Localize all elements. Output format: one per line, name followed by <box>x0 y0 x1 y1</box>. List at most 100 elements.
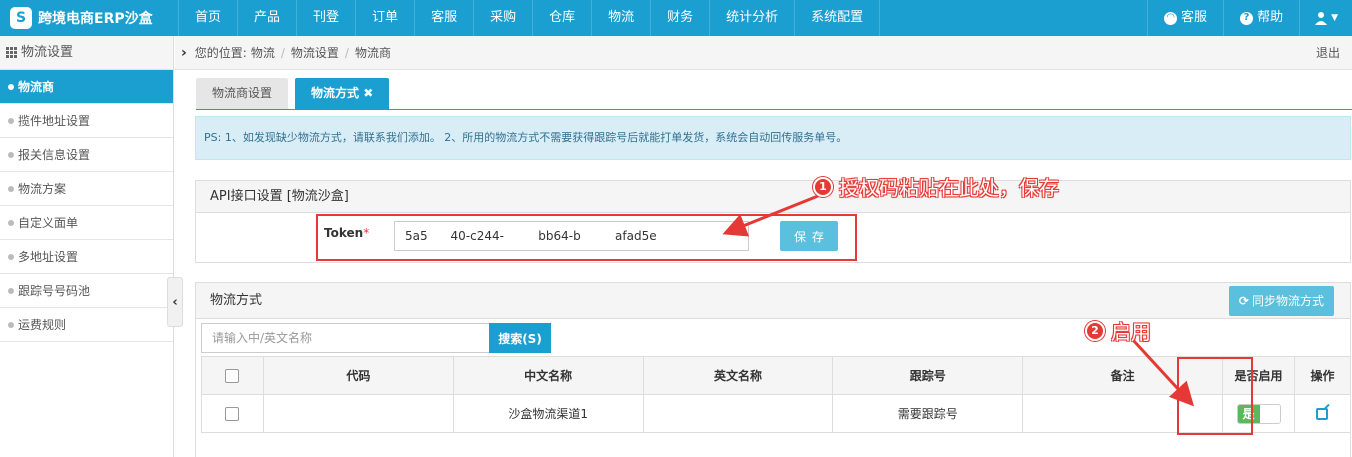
refresh-icon: ⟳ <box>1238 294 1249 308</box>
sidebar-item-label: 物流方案 <box>18 181 67 196</box>
sidebar-item-pickup-address[interactable]: 揽件地址设置 <box>0 104 173 138</box>
sync-label: 同步物流方式 <box>1251 294 1324 308</box>
tab-carrier-settings[interactable]: 物流商设置 <box>196 78 289 109</box>
help-label: 帮助 <box>1257 10 1284 25</box>
column-header-actions: 操作 <box>1293 356 1352 395</box>
nav-item-logistics[interactable]: 物流 <box>592 0 652 36</box>
search-button[interactable]: 搜索(S) <box>489 323 551 353</box>
sidebar-item-label: 自定义面单 <box>18 215 79 230</box>
cell-code <box>262 394 454 433</box>
column-header-tracking[interactable]: 跟踪号 <box>832 356 1024 395</box>
breadcrumb-item[interactable]: 物流 <box>251 44 275 61</box>
search-input[interactable] <box>201 323 490 353</box>
nav-item-finance[interactable]: 财务 <box>651 0 711 36</box>
grid-icon <box>6 47 17 58</box>
logo-icon: S <box>10 7 32 29</box>
annotation-step-1: 1 授权码粘贴在此处，保存 <box>813 172 1059 201</box>
sidebar-item-customs-info[interactable]: 报关信息设置 <box>0 138 173 172</box>
column-header-name-en[interactable]: 英文名称 <box>642 356 834 395</box>
annotation-number: 1 <box>813 176 833 197</box>
tab-underline <box>196 109 1352 110</box>
sync-shipping-methods-button[interactable]: ⟳ 同步物流方式 <box>1228 286 1334 316</box>
breadcrumb: › 您的位置: 物流 / 物流设置 / 物流商 退出 <box>175 36 1352 70</box>
bullet-icon <box>8 83 14 90</box>
shipping-panel-title-text: 物流方式 <box>210 293 263 308</box>
brand[interactable]: S 跨境电商ERP沙盒 <box>0 0 178 36</box>
row-checkbox[interactable] <box>225 406 240 421</box>
sidebar-item-label: 运费规则 <box>18 317 67 332</box>
api-panel-title: API接口设置 [物流沙盒] <box>196 181 1350 213</box>
cell-tracking: 需要跟踪号 <box>832 394 1024 433</box>
breadcrumb-prefix: 您的位置: <box>194 46 247 60</box>
nav-item-products[interactable]: 产品 <box>238 0 298 36</box>
sidebar-item-label: 揽件地址设置 <box>18 113 91 128</box>
tab-shipping-methods[interactable]: 物流方式 ✖ <box>295 78 390 109</box>
sidebar-title: 物流设置 <box>21 44 74 60</box>
chevron-left-icon: ‹ <box>172 294 178 310</box>
annotation-text: 授权码粘贴在此处，保存 <box>839 176 1059 200</box>
cell-name-cn: 沙盒物流渠道1 <box>452 394 644 433</box>
breadcrumb-separator: / <box>344 45 349 60</box>
top-navbar: S 跨境电商ERP沙盒 首页 产品 刊登 订单 客服 采购 仓库 物流 财务 统… <box>0 0 1352 36</box>
sidebar-item-carrier[interactable]: 物流商 <box>0 70 173 104</box>
column-header-code[interactable]: 代码 <box>262 356 454 395</box>
shipping-panel-title: 物流方式 <box>196 283 1350 319</box>
sidebar-item-label: 报关信息设置 <box>18 147 91 162</box>
bullet-icon <box>8 185 14 192</box>
sidebar-item-label: 多地址设置 <box>18 249 79 264</box>
bullet-icon <box>8 321 14 328</box>
select-all-cell <box>201 356 264 395</box>
nav-item-orders[interactable]: 订单 <box>356 0 416 36</box>
sidebar-item-tracking-pool[interactable]: 跟踪号号码池 <box>0 274 173 308</box>
annotation-box-enabled <box>1177 357 1253 435</box>
bullet-icon <box>8 219 14 226</box>
nav-item-warehouse[interactable]: 仓库 <box>533 0 593 36</box>
sidebar: 物流设置 物流商 揽件地址设置 报关信息设置 物流方案 自定义面单 多地址设置 … <box>0 36 174 457</box>
help-link[interactable]: ? 帮助 <box>1223 0 1299 36</box>
sidebar-item-logistics-plan[interactable]: 物流方案 <box>0 172 173 206</box>
user-menu[interactable]: ▼ <box>1299 0 1352 36</box>
annotation-step-2: 2 启用 <box>1085 316 1151 345</box>
bullet-icon <box>8 253 14 260</box>
tab-bar: 物流商设置 物流方式 ✖ <box>196 78 396 109</box>
customer-service-link[interactable]: ◠ 客服 <box>1147 0 1223 36</box>
nav-item-listing[interactable]: 刊登 <box>297 0 357 36</box>
chevron-down-icon: ▼ <box>1331 13 1338 23</box>
nav-item-statistics[interactable]: 统计分析 <box>710 0 796 36</box>
nav-item-system-config[interactable]: 系统配置 <box>795 0 881 36</box>
customer-service-label: 客服 <box>1181 10 1208 25</box>
annotation-box-token <box>316 214 857 261</box>
chevron-right-icon: › <box>181 44 187 61</box>
cell-actions <box>1293 394 1352 433</box>
select-all-checkbox[interactable] <box>225 368 240 383</box>
sidebar-item-custom-label[interactable]: 自定义面单 <box>0 206 173 240</box>
headset-icon: ◠ <box>1164 11 1178 25</box>
bullet-icon <box>8 117 14 124</box>
logout-link[interactable]: 退出 <box>1316 36 1340 70</box>
annotation-number: 2 <box>1085 320 1105 341</box>
sidebar-item-multi-address[interactable]: 多地址设置 <box>0 240 173 274</box>
sidebar-item-label: 跟踪号号码池 <box>18 283 91 298</box>
main-nav: 首页 产品 刊登 订单 客服 采购 仓库 物流 财务 统计分析 系统配置 <box>178 0 881 36</box>
nav-item-home[interactable]: 首页 <box>178 0 239 36</box>
info-notice: PS: 1、如发现缺少物流方式，请联系我们添加。 2、所用的物流方式不需要获得跟… <box>195 116 1351 160</box>
toggle-knob <box>1259 404 1280 423</box>
bullet-icon <box>8 287 14 294</box>
nav-item-service[interactable]: 客服 <box>415 0 475 36</box>
sidebar-item-label: 物流商 <box>18 79 55 94</box>
cell-name-en <box>642 394 834 433</box>
sidebar-item-freight-rules[interactable]: 运费规则 <box>0 308 173 342</box>
breadcrumb-separator: / <box>280 45 285 60</box>
breadcrumb-item: 物流商 <box>354 46 391 60</box>
row-select-cell <box>201 394 264 433</box>
sidebar-header: 物流设置 <box>0 36 173 70</box>
nav-item-purchase[interactable]: 采购 <box>474 0 534 36</box>
annotation-text: 启用 <box>1111 320 1151 344</box>
sidebar-collapse-button[interactable]: ‹ <box>167 277 183 327</box>
column-header-name-cn[interactable]: 中文名称 <box>452 356 644 395</box>
breadcrumb-item[interactable]: 物流设置 <box>291 44 339 61</box>
question-icon: ? <box>1240 11 1254 25</box>
app-title: 跨境电商ERP沙盒 <box>38 11 153 27</box>
edit-icon[interactable] <box>1316 408 1329 420</box>
bullet-icon <box>8 151 14 158</box>
